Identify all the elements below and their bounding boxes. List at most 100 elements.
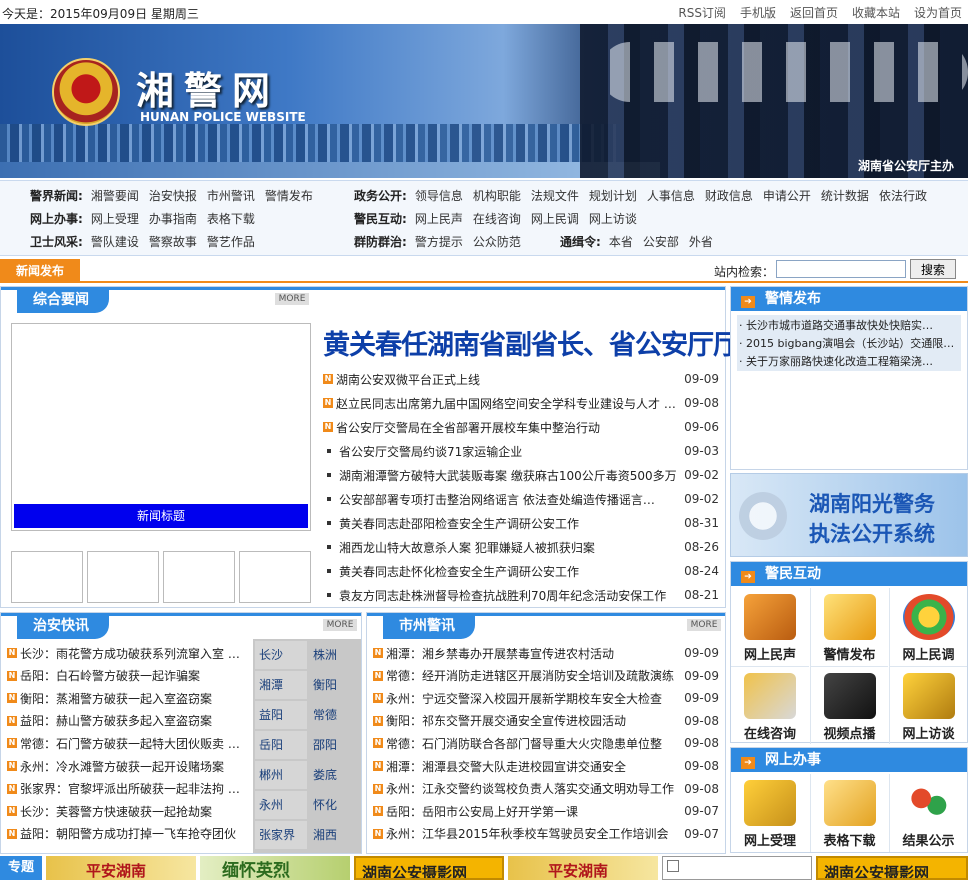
news-photo[interactable]: 新闻标题 (11, 323, 311, 531)
news-item-title[interactable]: 湘潭：湘潭县交警大队走进校园宣讲交通安全 (386, 758, 678, 775)
city-link[interactable]: 益阳 (255, 701, 307, 729)
city-link[interactable]: 湘西 (309, 821, 361, 849)
nav-item[interactable]: 网上民调 (531, 210, 579, 227)
nav-item[interactable]: 警情发布 (265, 187, 313, 204)
alert-item[interactable]: · 2015 bigbang演唱会（长沙站）交通限… (739, 335, 959, 352)
video-on-demand-button[interactable]: 视频点播 (810, 666, 888, 744)
back-home-link[interactable]: 返回首页 (790, 4, 838, 21)
nav-item[interactable]: 规划计划 (589, 187, 637, 204)
news-item-title[interactable]: 常德：经开消防走进辖区开展消防安全培训及疏散演练 (386, 667, 678, 684)
news-item-title[interactable]: 省公安厅交警局在全省部署开展校车集中整治行动 (336, 419, 678, 436)
news-item-title[interactable]: 湘西龙山特大故意杀人案 犯罪嫌疑人被抓获归案 (339, 539, 678, 556)
thumbnail[interactable] (11, 551, 83, 603)
mobile-link[interactable]: 手机版 (740, 4, 776, 21)
online-consult-button[interactable]: 在线咨询 (731, 666, 809, 744)
news-item-title[interactable]: 张家界：官黎坪派出所破获一起非法拘 … (20, 780, 251, 797)
news-item-title[interactable]: 黄关春同志赴邵阳检查安全生产调研公安工作 (339, 515, 678, 532)
news-item-title[interactable]: 永州：江永交警约谈驾校负责人落实交通文明劝导工作 (386, 780, 678, 797)
nav-item[interactable]: 湘警要闻 (91, 187, 139, 204)
news-item[interactable]: N 湖南公安双微平台正式上线 09-09 (323, 369, 719, 389)
news-item-title[interactable]: 长沙：芙蓉警方快速破获一起抢劫案 (20, 803, 251, 820)
news-item-title[interactable]: 湘潭：湘乡禁毒办开展禁毒宣传进农村活动 (386, 645, 678, 662)
alert-item-text[interactable]: 长沙市城市道路交通事故快处快赔实… (746, 319, 933, 332)
nav-item[interactable]: 公众防范 (473, 233, 521, 250)
sunshine-policing-banner[interactable]: 湖南阳光警务 执法公开系统 (730, 473, 968, 557)
news-item-title[interactable]: 永州：冷水滩警方破获一起开设赌场案 (20, 758, 251, 775)
topic-banner[interactable]: 平安湖南 (46, 856, 196, 880)
news-item[interactable]: N 湘潭：湘乡禁毒办开展禁毒宣传进农村活动 09-09 (373, 643, 719, 663)
news-item-title[interactable]: 湖南湘潭警方破特大武装贩毒案 缴获麻古100公斤毒资500多万 (339, 467, 678, 484)
news-item[interactable]: N 衡阳：蒸湘警方破获一起入室盗窃案 (7, 688, 251, 708)
set-homepage-link[interactable]: 设为首页 (914, 4, 962, 21)
rss-link[interactable]: RSS订阅 (678, 4, 726, 21)
city-link[interactable]: 怀化 (309, 791, 361, 819)
nav-item[interactable]: 警艺作品 (207, 233, 255, 250)
news-item-title[interactable]: 衡阳：祁东交警开展交通安全宣传进校园活动 (386, 712, 678, 729)
news-item[interactable]: 袁友方同志赴株洲督导检查抗战胜利70周年纪念活动安保工作 08-21 (323, 585, 719, 605)
nav-item[interactable]: 在线咨询 (473, 210, 521, 227)
nav-item[interactable]: 领导信息 (415, 187, 463, 204)
news-item-title[interactable]: 岳阳：白石岭警方破获一起诈骗案 (20, 667, 251, 684)
online-acceptance-button[interactable]: 网上受理 (731, 774, 809, 852)
more-button[interactable]: MORE (275, 293, 309, 305)
news-item[interactable]: 黄关春同志赴邵阳检查安全生产调研公安工作 08-31 (323, 513, 719, 533)
alert-item-text[interactable]: 2015 bigbang演唱会（长沙站）交通限… (746, 337, 954, 350)
city-link[interactable]: 岳阳 (255, 731, 307, 759)
nav-item[interactable]: 人事信息 (647, 187, 695, 204)
nav-item[interactable]: 办事指南 (149, 210, 197, 227)
news-item[interactable]: N 岳阳：白石岭警方破获一起诈骗案 (7, 666, 251, 686)
nav-item[interactable]: 法规文件 (531, 187, 579, 204)
city-link[interactable]: 常德 (309, 701, 361, 729)
more-button[interactable]: MORE (687, 619, 721, 631)
news-item[interactable]: N 张家界：官黎坪派出所破获一起非法拘 … (7, 779, 251, 799)
news-photo-caption[interactable]: 新闻标题 (14, 504, 308, 528)
city-link[interactable]: 郴州 (255, 761, 307, 789)
nav-item[interactable]: 警察故事 (149, 233, 197, 250)
nav-item[interactable]: 网上访谈 (589, 210, 637, 227)
city-link[interactable]: 娄底 (309, 761, 361, 789)
topic-banner[interactable]: 缅怀英烈 (200, 856, 350, 880)
news-item-title[interactable]: 常德：石门警方破获一起特大团伙贩卖 … (20, 735, 251, 752)
news-item[interactable]: N 永州：冷水滩警方破获一起开设赌场案 (7, 756, 251, 776)
form-download-button[interactable]: 表格下载 (810, 774, 888, 852)
nav-item[interactable]: 依法行政 (879, 187, 927, 204)
news-item-title[interactable]: 黄关春同志赴怀化检查安全生产调研公安工作 (339, 563, 678, 580)
city-link[interactable]: 张家界 (255, 821, 307, 849)
nav-item[interactable]: 警队建设 (91, 233, 139, 250)
topic-banner[interactable]: 湖南公安摄影网 (354, 856, 504, 880)
news-item[interactable]: N 湘潭：湘潭县交警大队走进校园宣讲交通安全 09-08 (373, 756, 719, 776)
nav-item[interactable]: 外省 (689, 233, 713, 250)
news-item-title[interactable]: 永州：宁远交警深入校园开展新学期校车安全大检查 (386, 690, 678, 707)
nav-item[interactable]: 网上民声 (415, 210, 463, 227)
news-item[interactable]: N 益阳：赫山警方破获多起入室盗窃案 (7, 711, 251, 731)
city-link[interactable]: 邵阳 (309, 731, 361, 759)
news-item[interactable]: N 永州：江华县2015年秋季校车驾驶员安全工作培训会 09-07 (373, 824, 719, 844)
news-item[interactable]: N 永州：宁远交警深入校园开展新学期校车安全大检查 09-09 (373, 688, 719, 708)
alert-item[interactable]: · 长沙市城市道路交通事故快处快赔实… (739, 317, 959, 334)
news-item-title[interactable]: 益阳：赫山警方破获多起入室盗窃案 (20, 712, 251, 729)
news-item[interactable]: N 永州：江永交警约谈驾校负责人落实交通文明劝导工作 09-08 (373, 779, 719, 799)
nav-item[interactable]: 市州警讯 (207, 187, 255, 204)
topic-banner-broken-image[interactable] (662, 856, 812, 880)
news-item[interactable]: N 长沙：雨花警方成功破获系列流窜入室 … (7, 643, 251, 663)
news-item-title[interactable]: 衡阳：蒸湘警方破获一起入室盗窃案 (20, 690, 251, 707)
nav-item[interactable]: 统计数据 (821, 187, 869, 204)
nav-item[interactable]: 网上受理 (91, 210, 139, 227)
site-search-input[interactable] (776, 260, 906, 278)
result-publicity-button[interactable]: 结果公示 (889, 774, 967, 852)
news-item[interactable]: 湖南湘潭警方破特大武装贩毒案 缴获麻古100公斤毒资500多万 09-02 (323, 465, 719, 485)
online-interview-button[interactable]: 网上访谈 (889, 666, 967, 744)
news-item[interactable]: 黄关春同志赴怀化检查安全生产调研公安工作 08-24 (323, 561, 719, 581)
news-item[interactable]: N 益阳：朝阳警方成功打掉一飞车抢夺团伙 (7, 824, 251, 844)
thumbnail[interactable] (163, 551, 235, 603)
news-item[interactable]: 湘西龙山特大故意杀人案 犯罪嫌疑人被抓获归案 08-26 (323, 537, 719, 557)
nav-item[interactable]: 申请公开 (763, 187, 811, 204)
news-item-title[interactable]: 长沙：雨花警方成功破获系列流窜入室 … (20, 645, 251, 662)
news-item-title[interactable]: 赵立民同志出席第九届中国网络空间安全学科专业建设与人才 … (336, 395, 678, 412)
tab-news-release[interactable]: 新闻发布 (0, 259, 80, 283)
news-item[interactable]: N 长沙：芙蓉警方快速破获一起抢劫案 (7, 801, 251, 821)
nav-item[interactable]: 表格下载 (207, 210, 255, 227)
news-item-title[interactable]: 公安部部署专项打击整治网络谣言 依法查处编造传播谣言… (339, 491, 678, 508)
more-button[interactable]: MORE (323, 619, 357, 631)
alert-item[interactable]: · 关于万家丽路快速化改造工程箱梁浇… (739, 353, 959, 370)
